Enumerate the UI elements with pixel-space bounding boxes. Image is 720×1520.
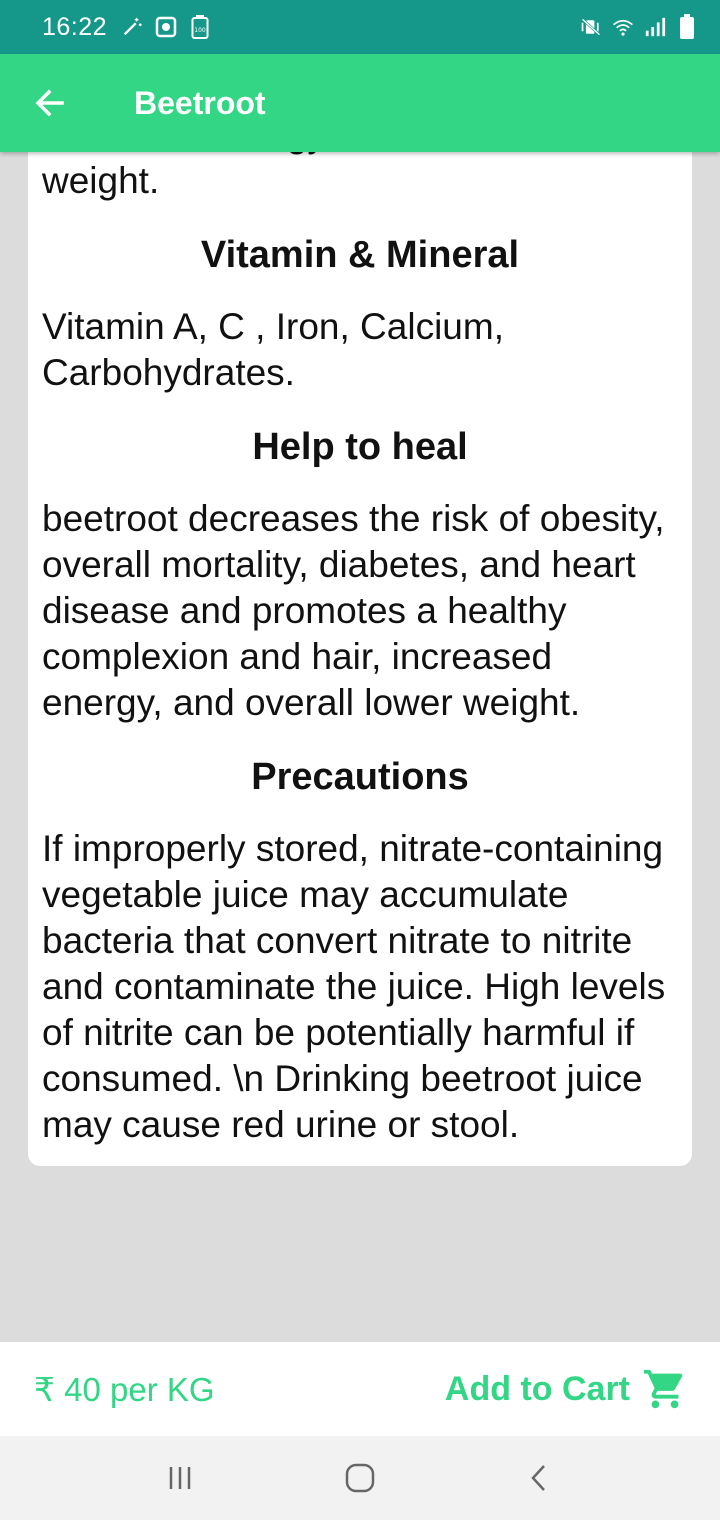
recent-apps-button[interactable] xyxy=(150,1448,210,1508)
system-nav-bar xyxy=(0,1436,720,1520)
nav-back-button[interactable] xyxy=(510,1448,570,1508)
cart-icon xyxy=(643,1369,683,1409)
arrow-left-icon xyxy=(35,89,64,117)
svg-text:100: 100 xyxy=(194,27,206,34)
status-icons-left: 100 xyxy=(121,15,211,39)
wifi-icon xyxy=(612,16,634,38)
back-icon xyxy=(531,1465,545,1491)
section-body-precautions: If improperly stored, nitrate-containing… xyxy=(42,828,666,1145)
detail-card: increased energy, and overall lower weig… xyxy=(28,152,692,1166)
section-heading-vitamin: Vitamin & Mineral xyxy=(200,234,520,276)
intro-paragraph: increased energy, and overall lower weig… xyxy=(42,152,623,201)
recent-apps-icon xyxy=(169,1467,191,1489)
section-body-vitamin: Vitamin A, C , Iron, Calcium, Carbohydra… xyxy=(42,306,504,393)
home-icon xyxy=(345,1463,375,1493)
add-to-cart-label: Add to Cart xyxy=(444,1369,630,1408)
section-body-heal: beetroot decreases the risk of obesity, … xyxy=(42,498,665,723)
page-title: Beetroot xyxy=(134,84,266,121)
bottom-bar: ₹ 40 per KG Add to Cart xyxy=(0,1342,720,1436)
section-heading-heal: Help to heal xyxy=(252,426,468,468)
signal-icon xyxy=(644,16,666,38)
add-to-cart-button[interactable]: Add to Cart xyxy=(445,1366,688,1412)
app-bar: Beetroot xyxy=(0,54,720,152)
screen-record-icon xyxy=(155,16,177,38)
home-button[interactable] xyxy=(330,1448,390,1508)
detail-scroll-area[interactable]: increased energy, and overall lower weig… xyxy=(0,152,720,1342)
battery-icon xyxy=(676,14,698,39)
price-label: ₹ 40 per KG xyxy=(34,1370,215,1408)
back-button[interactable] xyxy=(0,54,100,152)
battery-saver-icon: 100 xyxy=(189,15,211,39)
vibrate-mute-icon xyxy=(580,16,602,38)
status-icons-right xyxy=(580,14,698,39)
status-time: 16:22 xyxy=(42,12,108,41)
magic-wand-icon xyxy=(121,16,143,38)
status-bar: 16:22 100 xyxy=(0,0,720,54)
section-heading-precautions: Precautions xyxy=(251,756,469,798)
